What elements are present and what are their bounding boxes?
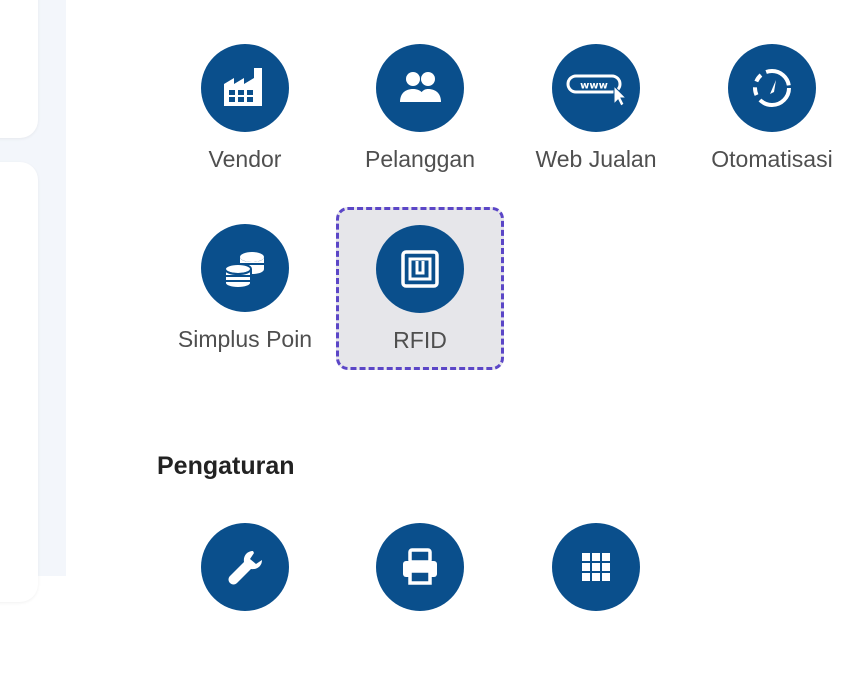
menu-item-rfid[interactable]: RFID xyxy=(336,207,504,370)
menu-item-label: Web Jualan xyxy=(535,146,657,172)
users-icon xyxy=(376,44,464,132)
menu-item-web-jualan[interactable]: www Web Jualan xyxy=(514,44,678,204)
svg-text:www: www xyxy=(580,81,608,92)
settings-item-tools[interactable] xyxy=(163,523,327,683)
menu-item-vendor[interactable]: Vendor xyxy=(163,44,327,204)
menu-item-simplus-poin[interactable]: Simplus Poin xyxy=(163,224,327,384)
section-title-pengaturan: Pengaturan xyxy=(157,452,295,480)
settings-item-apps[interactable] xyxy=(514,523,678,683)
menu-item-label: Vendor xyxy=(208,146,282,172)
rfid-icon xyxy=(376,225,464,313)
grid-icon xyxy=(552,523,640,611)
menu-item-label: RFID xyxy=(393,327,447,353)
menu-item-label: Simplus Poin xyxy=(177,326,313,352)
wrench-icon xyxy=(201,523,289,611)
menu-item-label: Otomatisasi xyxy=(711,146,833,172)
menu-item-pelanggan[interactable]: Pelanggan xyxy=(338,44,502,204)
automation-icon xyxy=(728,44,816,132)
side-card-bottom xyxy=(0,162,38,602)
printer-icon xyxy=(376,523,464,611)
side-card-top xyxy=(0,0,38,138)
settings-item-printer[interactable] xyxy=(338,523,502,683)
menu-item-otomatisasi[interactable]: Otomatisasi xyxy=(690,44,841,204)
coins-icon xyxy=(201,224,289,312)
factory-icon xyxy=(201,44,289,132)
www-icon: www xyxy=(552,44,640,132)
menu-item-label: Pelanggan xyxy=(365,146,475,172)
